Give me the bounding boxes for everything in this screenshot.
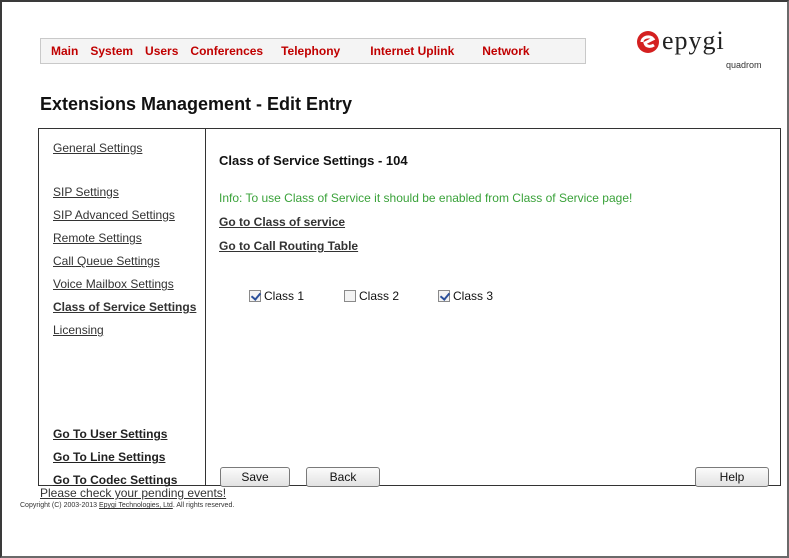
main-panel: General Settings SIP Settings SIP Advanc…	[38, 128, 781, 487]
sidebar-link-codec-settings[interactable]: Go To Codec Settings	[53, 473, 177, 487]
nav-internet-uplink[interactable]: Internet Uplink	[364, 44, 460, 58]
sidebar-item-sip-advanced-settings[interactable]: SIP Advanced Settings	[53, 208, 175, 222]
epygi-logo: epygi quadrom	[636, 26, 762, 76]
logo-subtitle: quadrom	[726, 60, 762, 70]
nav-conferences[interactable]: Conferences	[184, 44, 269, 58]
class-3-option[interactable]: Class 3	[438, 289, 493, 303]
save-button[interactable]: Save	[220, 467, 290, 487]
nav-users[interactable]: Users	[139, 44, 184, 58]
sidebar-item-sip-settings[interactable]: SIP Settings	[53, 185, 119, 199]
sidebar-item-call-queue-settings[interactable]: Call Queue Settings	[53, 254, 160, 268]
sidebar-item-remote-settings[interactable]: Remote Settings	[53, 231, 142, 245]
sidebar-link-line-settings[interactable]: Go To Line Settings	[53, 450, 165, 464]
epygi-swirl-icon	[637, 31, 659, 53]
class-1-label: Class 1	[264, 289, 305, 303]
sidebar-link-user-settings[interactable]: Go To User Settings	[53, 427, 167, 441]
class-2-checkbox[interactable]	[344, 290, 356, 302]
content-area: Class of Service Settings - 104 Info: To…	[207, 129, 780, 487]
nav-main[interactable]: Main	[45, 44, 84, 58]
nav-system[interactable]: System	[84, 44, 139, 58]
copyright-prefix: Copyright (C) 2003-2013	[20, 502, 99, 509]
sidebar-item-licensing[interactable]: Licensing	[53, 323, 104, 337]
sidebar-item-general-settings[interactable]: General Settings	[53, 141, 142, 155]
section-title: Class of Service Settings - 104	[219, 153, 408, 168]
top-nav: Main System Users Conferences Telephony …	[40, 38, 586, 64]
class-1-checkbox[interactable]	[249, 290, 261, 302]
sidebar-item-voice-mailbox-settings[interactable]: Voice Mailbox Settings	[53, 277, 174, 291]
nav-network[interactable]: Network	[476, 44, 535, 58]
nav-telephony[interactable]: Telephony	[275, 44, 346, 58]
copyright: Copyright (C) 2003-2013 Epygi Technologi…	[20, 502, 234, 509]
pending-events-link[interactable]: Please check your pending events!	[40, 486, 226, 500]
class-2-label: Class 2	[359, 289, 400, 303]
copyright-suffix: . All rights reserved.	[172, 502, 235, 509]
class-1-option[interactable]: Class 1	[249, 289, 304, 303]
class-2-option[interactable]: Class 2	[344, 289, 399, 303]
epygi-technologies-link[interactable]: Epygi Technologies, Ltd	[99, 502, 173, 509]
link-call-routing-table[interactable]: Go to Call Routing Table	[219, 239, 358, 253]
sidebar-item-class-of-service-settings[interactable]: Class of Service Settings	[53, 300, 196, 314]
logo-word: epygi	[662, 26, 725, 55]
page-title: Extensions Management - Edit Entry	[40, 94, 353, 114]
info-message: Info: To use Class of Service it should …	[219, 191, 633, 205]
help-button[interactable]: Help	[695, 467, 769, 487]
link-class-of-service[interactable]: Go to Class of service	[219, 215, 345, 229]
sidebar: General Settings SIP Settings SIP Advanc…	[39, 129, 206, 487]
back-button[interactable]: Back	[306, 467, 380, 487]
class-3-label: Class 3	[453, 289, 494, 303]
class-3-checkbox[interactable]	[438, 290, 450, 302]
